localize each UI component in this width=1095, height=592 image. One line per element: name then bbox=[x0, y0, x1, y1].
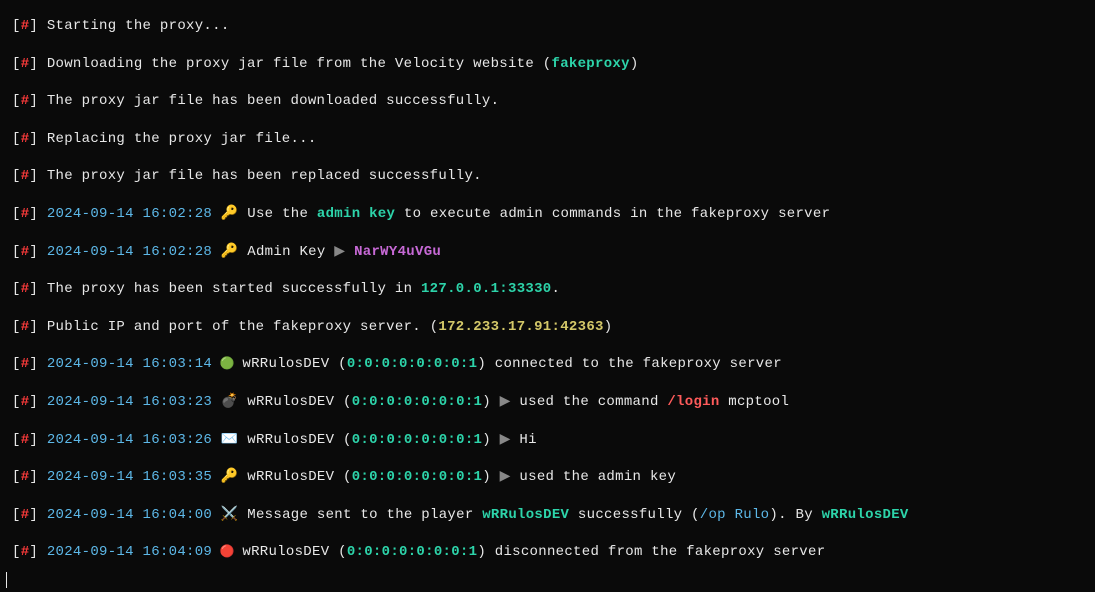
bomb-icon: 💣 bbox=[212, 394, 247, 410]
public-ip: 172.233.17.91:42363 bbox=[438, 319, 603, 335]
log-line: [#] 2024-09-14 16:02:28 🔑 Use the admin … bbox=[4, 196, 1091, 234]
log-line: [#] The proxy has been started successfu… bbox=[4, 271, 1091, 309]
client-ip: 0:0:0:0:0:0:0:1 bbox=[352, 432, 483, 448]
client-ip: 0:0:0:0:0:0:0:1 bbox=[352, 394, 483, 410]
admin-key-value: NarWY4uVGu bbox=[354, 244, 441, 260]
username: wRRulosDEV bbox=[482, 507, 569, 523]
timestamp: 2024-09-14 16:03:26 bbox=[47, 432, 212, 448]
log-line: [#] Downloading the proxy jar file from … bbox=[4, 46, 1091, 84]
key-icon: 🔑 Admin Key bbox=[212, 244, 334, 260]
username: wRRulosDEV bbox=[247, 394, 334, 410]
mail-icon: ✉️ bbox=[212, 432, 247, 448]
arrow-icon: ▶ bbox=[500, 469, 520, 485]
log-line: [#] Replacing the proxy jar file... bbox=[4, 121, 1091, 159]
log-line: [#] 2024-09-14 16:04:09 🔴 wRRulosDEV (0:… bbox=[4, 534, 1091, 572]
log-line: [#] 2024-09-14 16:04:00 ⚔️ Message sent … bbox=[4, 497, 1091, 535]
green-dot-icon: 🟢 bbox=[212, 357, 242, 371]
key-icon: 🔑 Use the bbox=[212, 206, 317, 222]
log-text: Public IP and port of the fakeproxy serv… bbox=[47, 319, 430, 335]
op-command: /op Rulo bbox=[700, 507, 770, 523]
timestamp: 2024-09-14 16:04:00 bbox=[47, 507, 212, 523]
arrow-icon: ▶ bbox=[500, 432, 520, 448]
timestamp: 2024-09-14 16:03:14 bbox=[47, 356, 212, 372]
proxy-name: fakeproxy bbox=[552, 56, 630, 72]
username: wRRulosDEV bbox=[242, 544, 329, 560]
key-icon: 🔑 bbox=[212, 469, 247, 485]
timestamp: 2024-09-14 16:02:28 bbox=[47, 244, 212, 260]
log-text: Downloading the proxy jar file from the … bbox=[47, 56, 543, 72]
log-text: Starting the proxy... bbox=[47, 18, 230, 34]
timestamp: 2024-09-14 16:04:09 bbox=[47, 544, 212, 560]
bracket-right: ] bbox=[29, 18, 38, 34]
client-ip: 0:0:0:0:0:0:0:1 bbox=[347, 544, 478, 560]
log-line: [#] 2024-09-14 16:02:28 🔑 Admin Key ▶ Na… bbox=[4, 234, 1091, 272]
swords-icon: ⚔️ bbox=[212, 507, 247, 523]
log-text: The proxy has been started successfully … bbox=[47, 281, 421, 297]
log-line: [#] Starting the proxy... bbox=[4, 8, 1091, 46]
log-line: [#] 2024-09-14 16:03:14 🟢 wRRulosDEV (0:… bbox=[4, 346, 1091, 384]
by-username: wRRulosDEV bbox=[822, 507, 909, 523]
command: /login bbox=[667, 394, 728, 410]
log-line: [#] The proxy jar file has been replaced… bbox=[4, 158, 1091, 196]
admin-key-label: admin key bbox=[317, 206, 395, 222]
log-text: The proxy jar file has been downloaded s… bbox=[47, 93, 499, 109]
timestamp: 2024-09-14 16:03:35 bbox=[47, 469, 212, 485]
arrow-icon: ▶ bbox=[334, 244, 354, 260]
username: wRRulosDEV bbox=[247, 469, 334, 485]
red-dot-icon: 🔴 bbox=[212, 545, 242, 559]
bracket-left: [ bbox=[12, 18, 21, 34]
log-line: [#] The proxy jar file has been download… bbox=[4, 83, 1091, 121]
log-line: [#] 2024-09-14 16:03:35 🔑 wRRulosDEV (0:… bbox=[4, 459, 1091, 497]
timestamp: 2024-09-14 16:03:23 bbox=[47, 394, 212, 410]
message-text: Hi bbox=[519, 432, 536, 448]
timestamp: 2024-09-14 16:02:28 bbox=[47, 206, 212, 222]
username: wRRulosDEV bbox=[247, 432, 334, 448]
log-text: The proxy jar file has been replaced suc… bbox=[47, 168, 482, 184]
cursor-icon bbox=[6, 572, 7, 588]
log-line: [#] 2024-09-14 16:03:26 ✉️ wRRulosDEV (0… bbox=[4, 422, 1091, 460]
log-line: [#] Public IP and port of the fakeproxy … bbox=[4, 309, 1091, 347]
arrow-icon: ▶ bbox=[500, 394, 520, 410]
cursor-line[interactable] bbox=[4, 572, 1091, 592]
client-ip: 0:0:0:0:0:0:0:1 bbox=[352, 469, 483, 485]
log-line: [#] 2024-09-14 16:03:23 💣 wRRulosDEV (0:… bbox=[4, 384, 1091, 422]
username: wRRulosDEV bbox=[242, 356, 329, 372]
client-ip: 0:0:0:0:0:0:0:1 bbox=[347, 356, 478, 372]
local-ip: 127.0.0.1:33330 bbox=[421, 281, 552, 297]
log-text: Replacing the proxy jar file... bbox=[47, 131, 317, 147]
